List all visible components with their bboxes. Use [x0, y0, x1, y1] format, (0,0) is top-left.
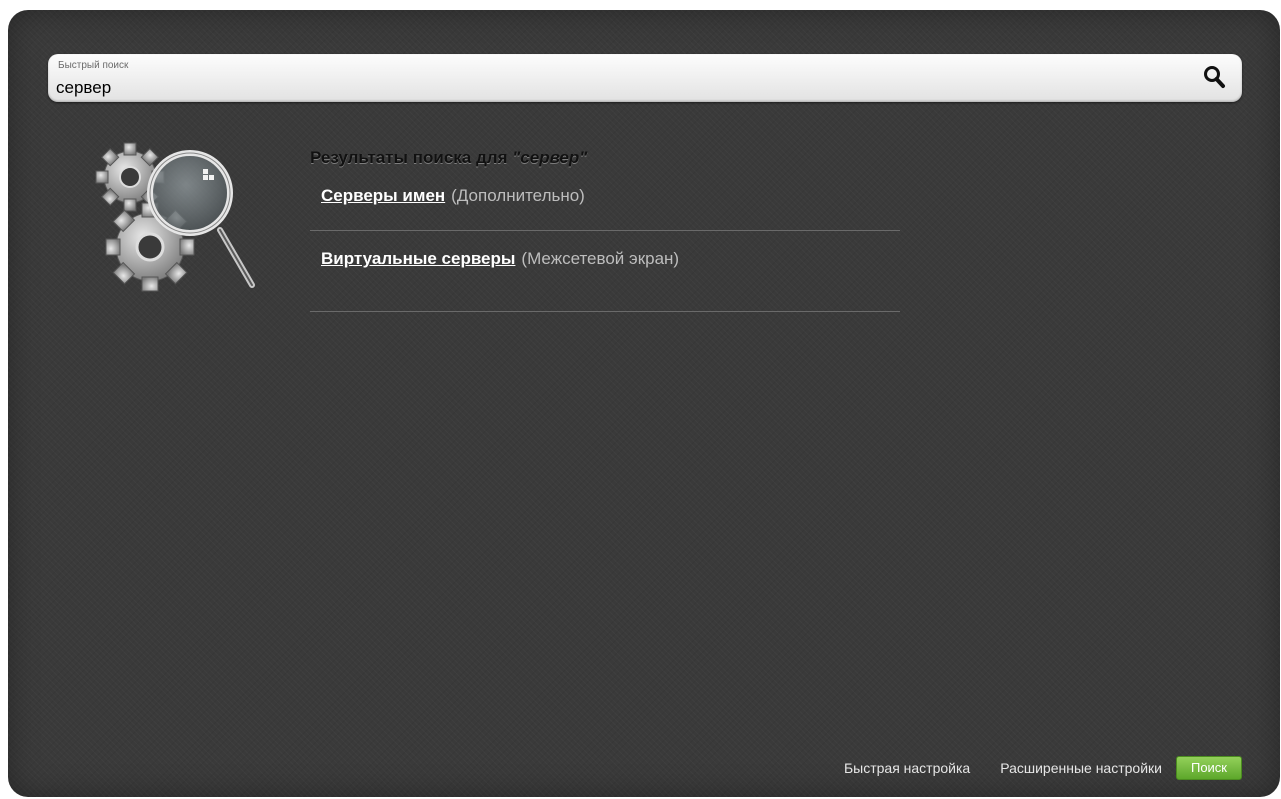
result-item: Серверы имен (Дополнительно) [310, 150, 900, 231]
search-input[interactable] [56, 76, 1176, 100]
quick-setup-link[interactable]: Быстрая настройка [844, 760, 970, 776]
search-icon[interactable] [1202, 64, 1228, 92]
main-panel [8, 10, 1280, 797]
result-link-virtual-servers[interactable]: Виртуальные серверы (Межсетевой экран) [321, 249, 679, 269]
advanced-settings-link[interactable]: Расширенные настройки [1000, 760, 1162, 776]
result-link-label[interactable]: Виртуальные серверы [321, 249, 515, 268]
result-section: (Межсетевой экран) [521, 249, 680, 268]
result-section: (Дополнительно) [451, 186, 585, 205]
result-item: Виртуальные серверы (Межсетевой экран) [310, 231, 900, 312]
result-link-label[interactable]: Серверы имен [321, 186, 445, 205]
quick-search-bar: Быстрый поиск [48, 54, 1242, 102]
gears-magnifier-icon [92, 135, 262, 295]
footer-nav: Быстрая настройка Расширенные настройки … [814, 756, 1242, 780]
search-label: Быстрый поиск [58, 60, 129, 71]
result-link-name-servers[interactable]: Серверы имен (Дополнительно) [321, 186, 585, 206]
search-button[interactable]: Поиск [1175, 756, 1242, 780]
search-results: Результаты поиска для "сервер" Серверы и… [310, 148, 900, 312]
